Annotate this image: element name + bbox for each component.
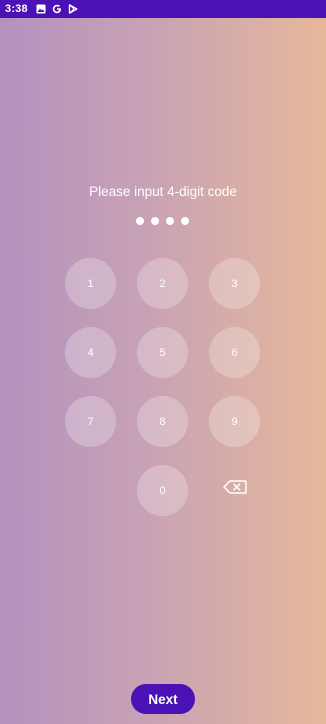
key-0[interactable]: 0: [137, 465, 188, 516]
code-dot: [151, 217, 159, 225]
key-3[interactable]: 3: [209, 258, 260, 309]
key-4[interactable]: 4: [65, 327, 116, 378]
key-8[interactable]: 8: [137, 396, 188, 447]
code-entry-indicator: [136, 217, 196, 225]
backspace-icon: [223, 479, 247, 499]
code-dot: [166, 217, 174, 225]
code-dot: [181, 217, 189, 225]
key-2[interactable]: 2: [137, 258, 188, 309]
key-9[interactable]: 9: [209, 396, 260, 447]
next-button[interactable]: Next: [131, 684, 195, 714]
status-bar: 3:38: [0, 0, 326, 18]
backspace-button[interactable]: [222, 479, 248, 499]
key-1[interactable]: 1: [65, 258, 116, 309]
key-7[interactable]: 7: [65, 396, 116, 447]
image-icon: [36, 4, 46, 14]
key-6[interactable]: 6: [209, 327, 260, 378]
code-dot: [136, 217, 144, 225]
google-icon: [52, 4, 62, 14]
code-prompt: Please input 4-digit code: [89, 184, 237, 199]
play-store-icon: [68, 4, 78, 14]
key-5[interactable]: 5: [137, 327, 188, 378]
status-time: 3:38: [5, 3, 28, 15]
